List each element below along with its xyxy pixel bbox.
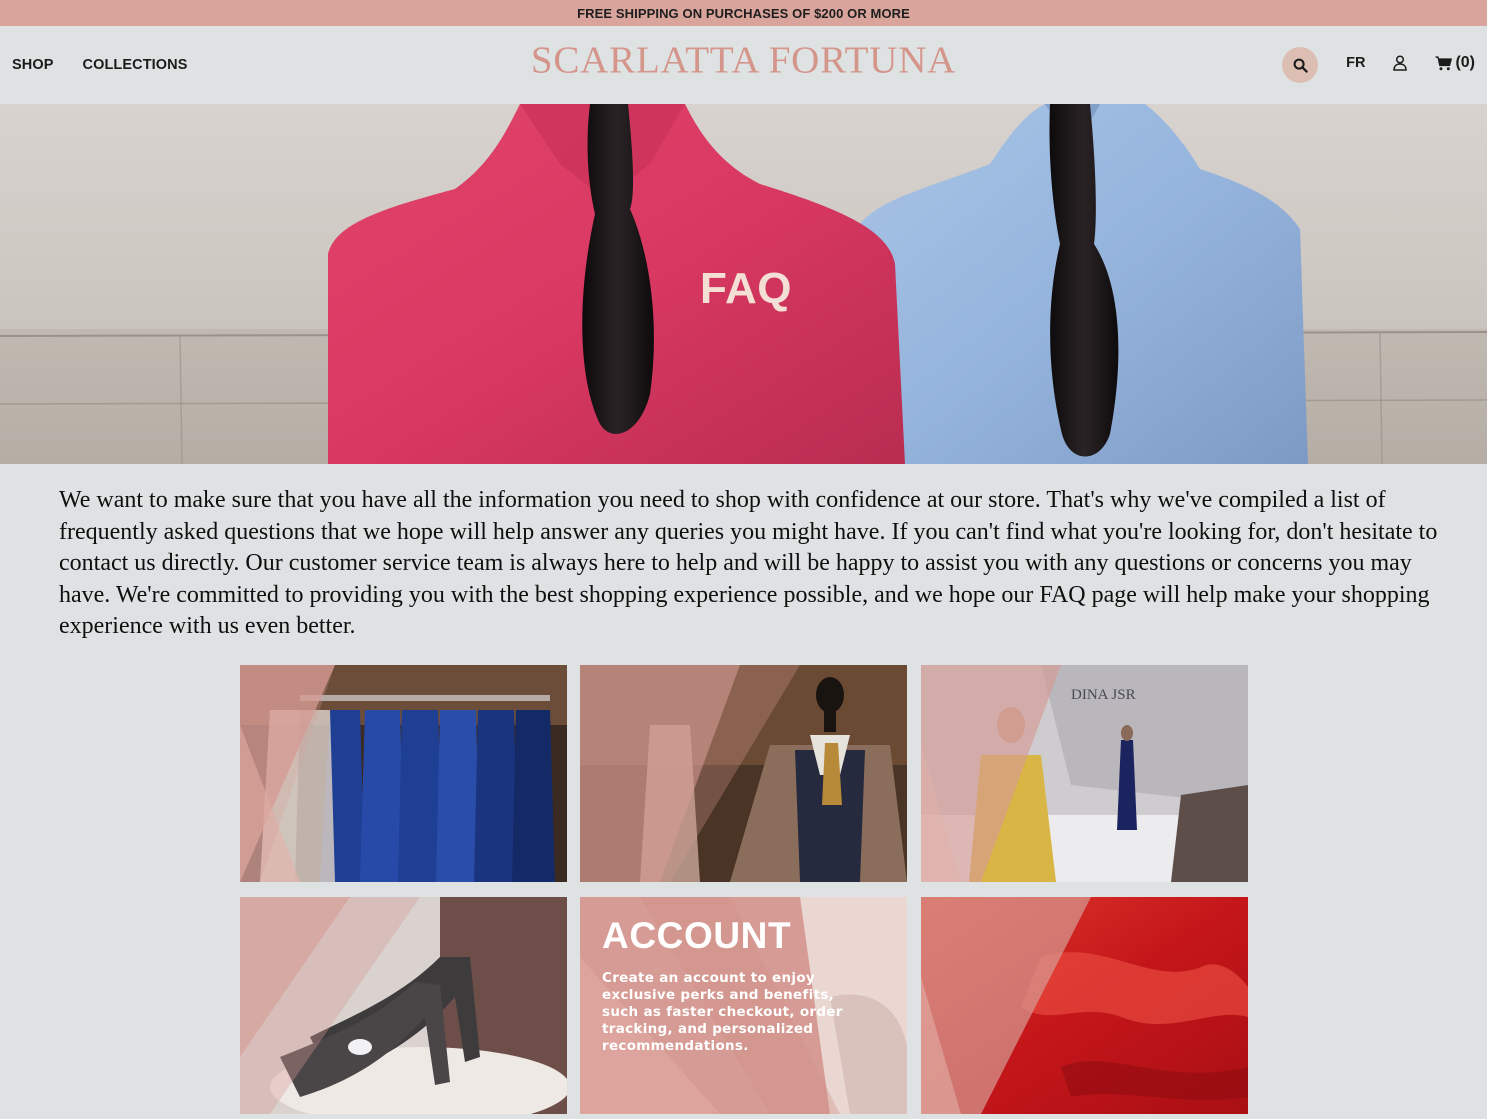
promo-text: FREE SHIPPING ON PURCHASES OF $200 OR MO… [577,5,910,21]
category-card-shoes[interactable] [240,897,567,1114]
hero-banner: FAQ [0,104,1487,464]
search-button[interactable] [1282,47,1319,83]
category-card-account[interactable]: ACCOUNT Create an account to enjoy exclu… [580,897,907,1114]
runway-image: DINA JSR [921,665,1248,882]
cart-button[interactable]: (0) [1435,54,1475,72]
mannequin-image [580,665,907,882]
category-card-suits[interactable] [240,665,567,882]
language-toggle[interactable]: FR [1346,55,1365,71]
cart-icon [1435,55,1453,70]
site-header: SHOP COLLECTIONS SCARLATTA FORTUNA FR (0… [0,26,1487,104]
category-card-fabric[interactable] [921,897,1248,1114]
user-icon [1393,55,1408,71]
runway-sign: DINA JSR [1071,687,1136,703]
suits-rack-image [240,665,567,882]
promo-bar: FREE SHIPPING ON PURCHASES OF $200 OR MO… [0,0,1487,26]
account-card-title: ACCOUNT [602,915,792,956]
header-actions: FR (0) [1282,26,1475,104]
category-card-menswear[interactable] [580,665,907,882]
category-card-runway[interactable]: DINA JSR [921,665,1248,882]
cart-count: (0) [1455,54,1475,71]
intro-text: We want to make sure that you have all t… [59,487,1438,640]
account-button[interactable] [1393,55,1408,71]
red-satin-image [921,897,1248,1114]
hero-title: FAQ [700,264,792,313]
heels-image [240,897,567,1114]
search-icon [1293,58,1308,73]
account-card-text: Create an account to enjoy exclusive per… [602,970,843,1054]
site-logo[interactable]: SCARLATTA FORTUNA [0,38,1487,82]
